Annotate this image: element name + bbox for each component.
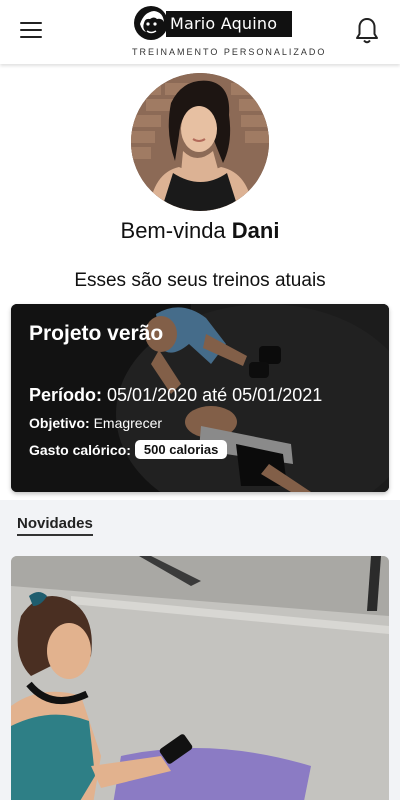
- news-card[interactable]: [11, 556, 389, 800]
- calories-label: Gasto calórico:: [29, 441, 131, 458]
- objective-label: Objetivo:: [29, 415, 90, 431]
- greeting-text: Bem-vinda: [120, 218, 226, 243]
- workout-calories: Gasto calórico: 500 calorias: [29, 440, 228, 459]
- workout-period: Período: 05/01/2020 até 05/01/2021: [29, 385, 322, 406]
- brand-name: Mario Aquino: [166, 11, 292, 37]
- welcome-heading: Bem-vinda Dani: [0, 218, 400, 244]
- current-workouts-title: Esses são seus treinos atuais: [74, 270, 326, 291]
- period-label: Período:: [29, 385, 103, 405]
- calories-badge: 500 calorias: [134, 440, 228, 459]
- workout-objective: Objetivo: Emagrecer: [29, 415, 162, 431]
- gorilla-logo-icon: [134, 6, 168, 40]
- news-section-title[interactable]: Novidades: [17, 515, 93, 536]
- hamburger-menu-icon[interactable]: [20, 22, 42, 40]
- top-app-bar: Mario Aquino TREINAMENTO PERSONALIZADO: [0, 0, 400, 64]
- notification-bell-icon[interactable]: [354, 16, 380, 46]
- brand-logo: Mario Aquino TREINAMENTO PERSONALIZADO: [132, 4, 327, 60]
- news-card-photo: [11, 556, 389, 800]
- workout-card[interactable]: Projeto verão Período: 05/01/2020 até 05…: [11, 304, 389, 492]
- avatar-photo: [131, 73, 269, 211]
- period-value: 05/01/2020 até 05/01/2021: [107, 385, 323, 405]
- user-name: Dani: [231, 218, 280, 243]
- objective-value: Emagrecer: [93, 415, 163, 431]
- user-avatar[interactable]: [131, 73, 269, 211]
- brand-tagline: TREINAMENTO PERSONALIZADO: [132, 47, 327, 57]
- workout-title: Projeto verão: [29, 322, 164, 345]
